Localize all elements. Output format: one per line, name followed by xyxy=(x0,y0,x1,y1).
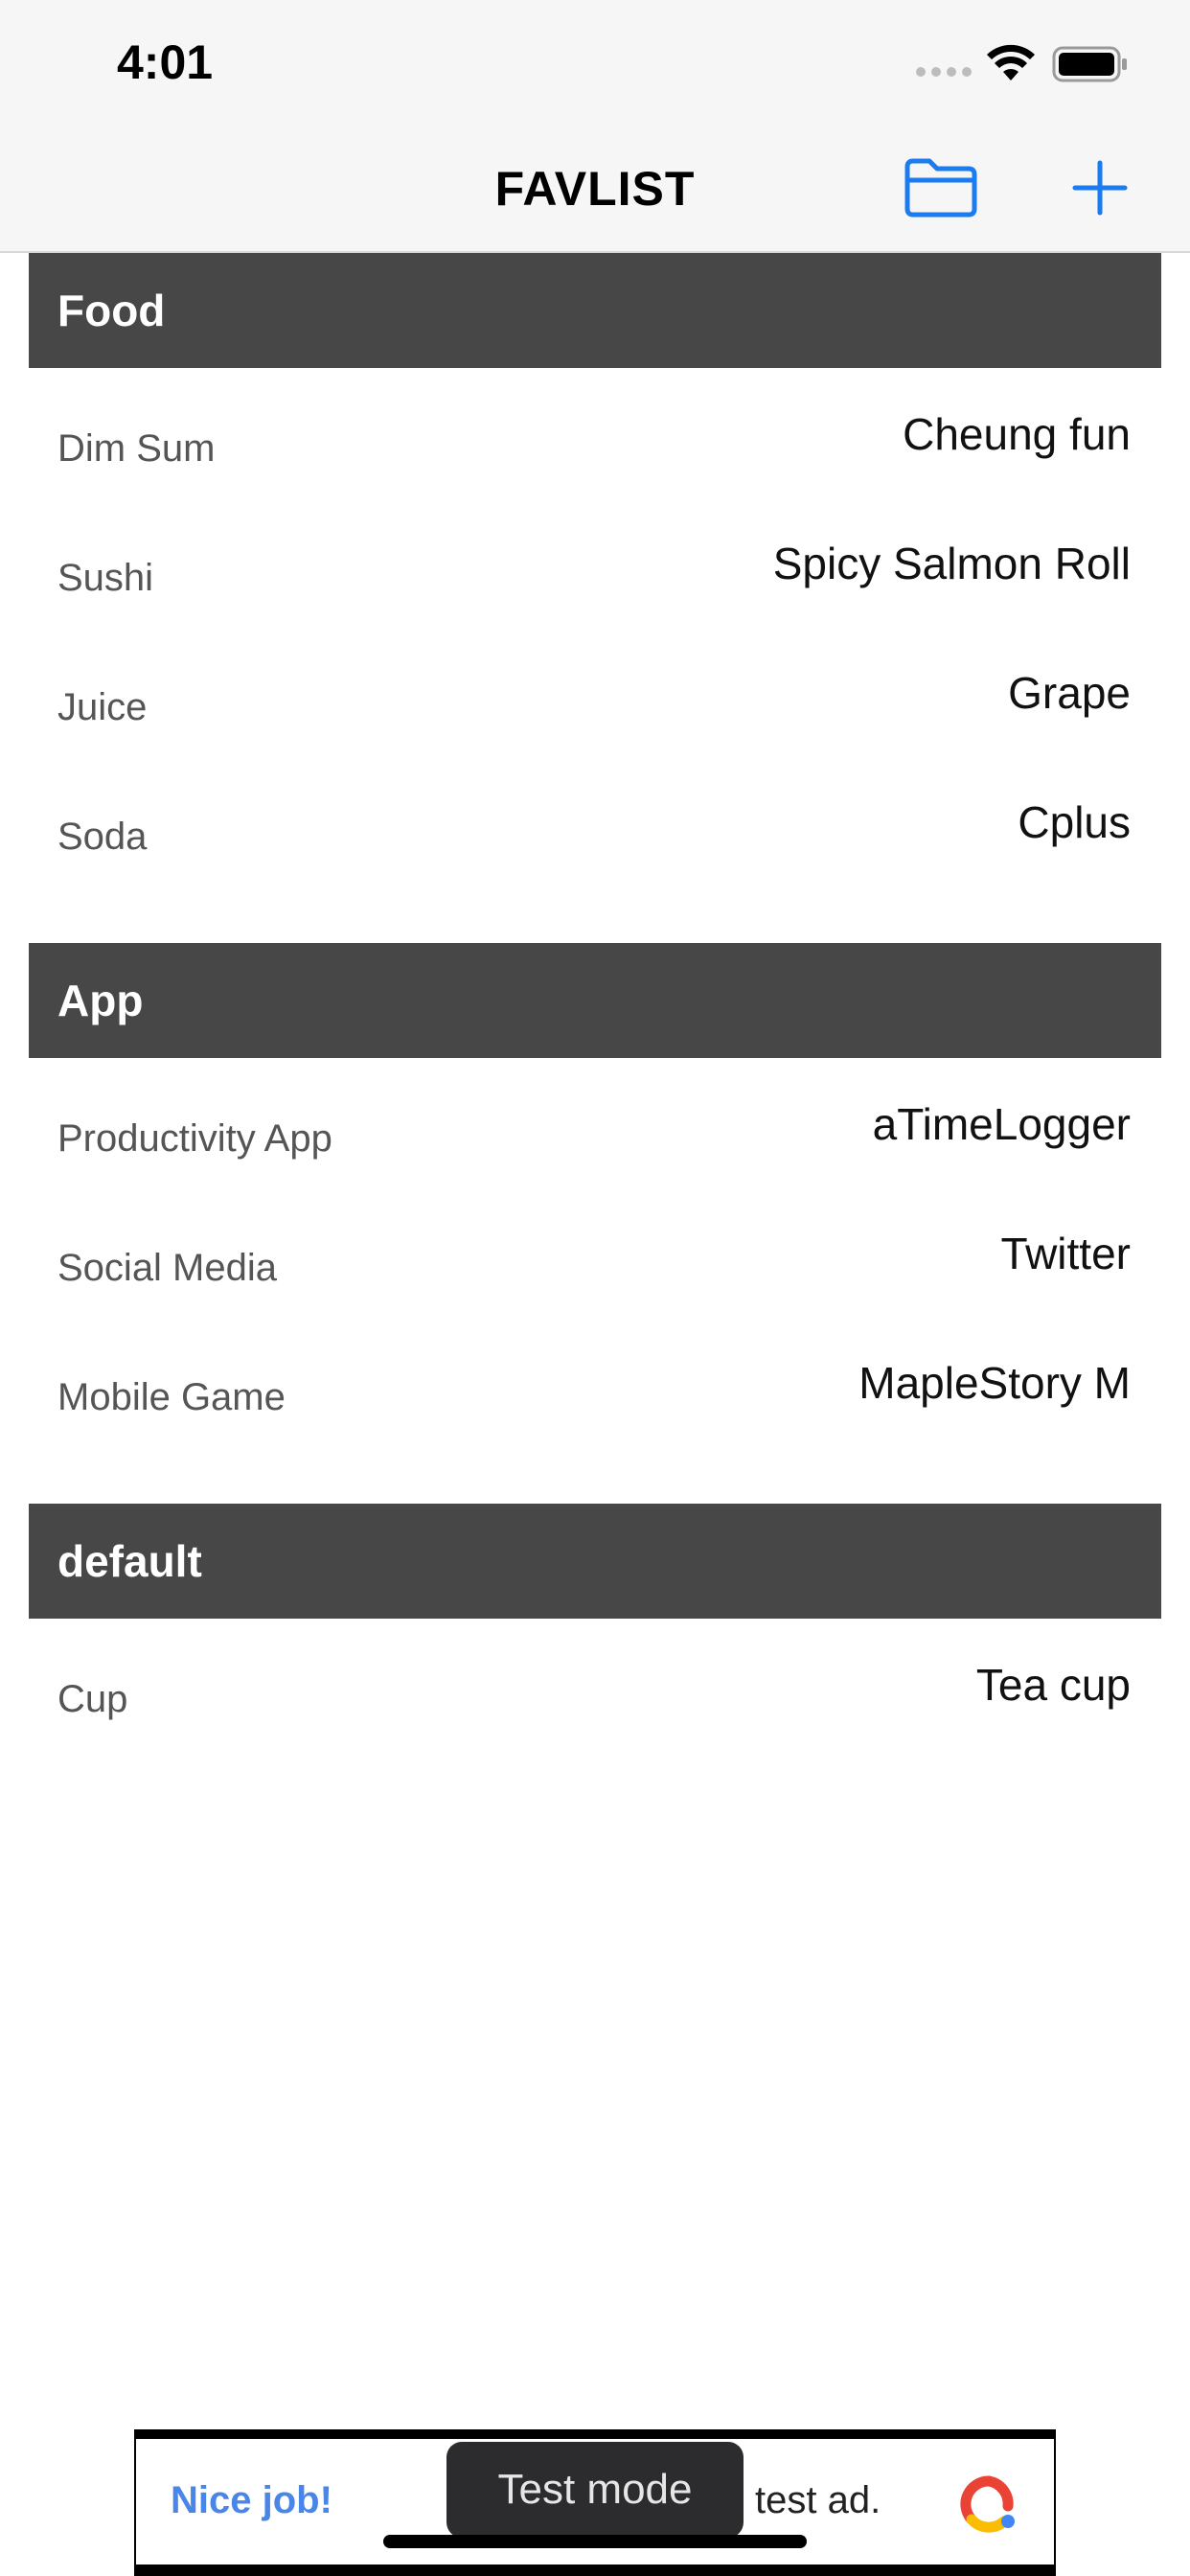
item-label: Cup xyxy=(57,1678,128,1720)
item-value: aTimeLogger xyxy=(872,1099,1131,1149)
ad-headline: Nice job! xyxy=(171,2479,332,2521)
section-header-default: default xyxy=(29,1504,1161,1619)
item-label: Sushi xyxy=(57,557,154,599)
item-value: Cplus xyxy=(1018,797,1131,847)
page-title: FAVLIST xyxy=(494,162,696,216)
status-bar: 4:01 xyxy=(0,0,1190,105)
cellular-signal-icon xyxy=(916,67,972,77)
home-indicator[interactable] xyxy=(383,2535,807,2548)
item-label: Soda xyxy=(57,816,148,858)
folder-button[interactable] xyxy=(903,153,979,220)
favorites-list: Food Dim Sum Cheung fun Sushi Spicy Salm… xyxy=(0,253,1190,1748)
list-item[interactable]: Mobile Game MapleStory M xyxy=(0,1317,1190,1446)
ad-text: test ad. xyxy=(755,2479,881,2521)
wifi-icon xyxy=(987,44,1035,80)
navigation-bar: FAVLIST xyxy=(0,105,1190,253)
list-item[interactable]: Cup Tea cup xyxy=(0,1619,1190,1748)
item-label: Social Media xyxy=(57,1247,278,1289)
item-label: Juice xyxy=(57,686,148,728)
section-header-app: App xyxy=(29,943,1161,1058)
folder-icon xyxy=(904,158,977,218)
battery-icon xyxy=(1052,46,1127,82)
item-value: MapleStory M xyxy=(858,1358,1131,1408)
item-label: Dim Sum xyxy=(57,427,216,470)
status-time: 4:01 xyxy=(117,35,214,89)
item-value: Cheung fun xyxy=(903,409,1131,459)
item-label: Productivity App xyxy=(57,1117,332,1160)
list-item[interactable]: Dim Sum Cheung fun xyxy=(0,368,1190,497)
ad-border xyxy=(136,2564,1054,2576)
list-item[interactable]: Sushi Spicy Salmon Roll xyxy=(0,497,1190,627)
section-header-food: Food xyxy=(29,253,1161,368)
item-value: Spicy Salmon Roll xyxy=(772,539,1131,588)
add-button[interactable] xyxy=(1065,153,1134,222)
plus-icon xyxy=(1072,160,1128,216)
list-item[interactable]: Productivity App aTimeLogger xyxy=(0,1058,1190,1187)
item-value: Grape xyxy=(1008,668,1131,718)
list-item[interactable]: Juice Grape xyxy=(0,627,1190,756)
list-item[interactable]: Social Media Twitter xyxy=(0,1187,1190,1317)
list-item[interactable]: Soda Cplus xyxy=(0,756,1190,886)
item-value: Tea cup xyxy=(975,1660,1131,1710)
item-value: Twitter xyxy=(1000,1229,1131,1278)
item-label: Mobile Game xyxy=(57,1376,286,1418)
ad-logo-icon xyxy=(960,2475,1015,2533)
test-mode-badge: Test mode xyxy=(446,2442,744,2538)
